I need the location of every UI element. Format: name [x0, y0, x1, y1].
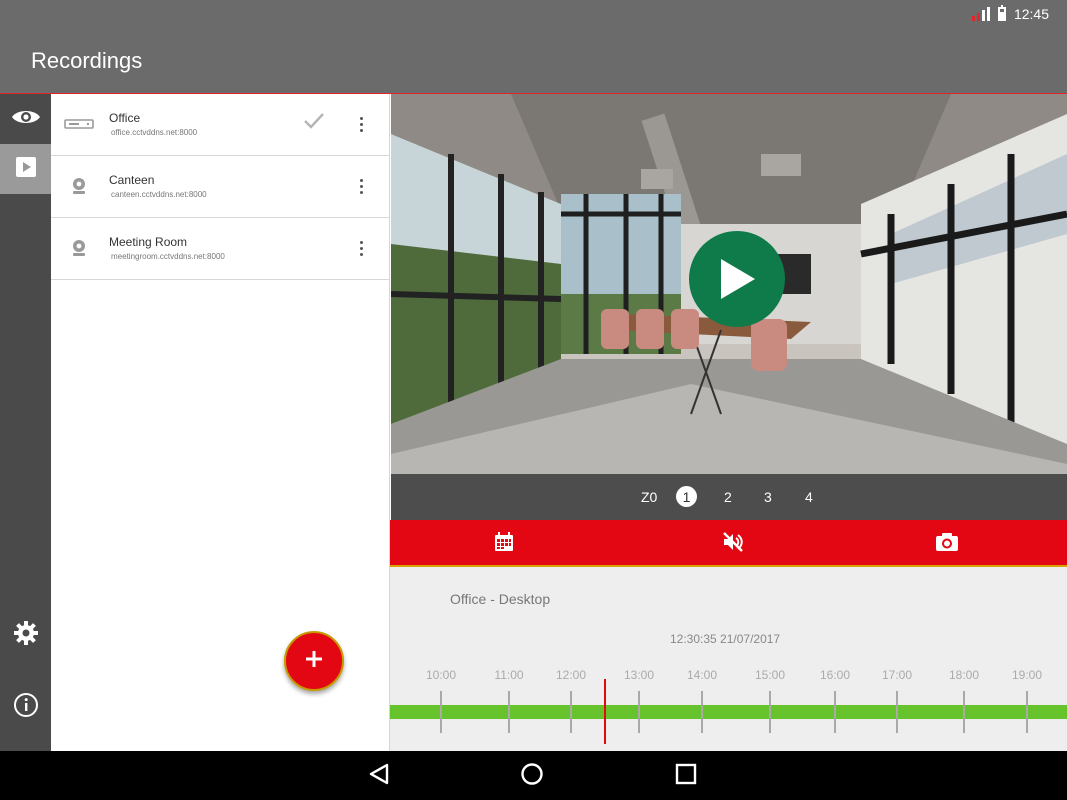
camera-icon [63, 236, 95, 260]
info-icon [13, 692, 39, 723]
hour-tick [570, 691, 572, 733]
gear-icon [13, 620, 39, 651]
video-player[interactable] [391, 94, 1067, 474]
check-icon [303, 112, 325, 135]
recents-button[interactable] [673, 763, 699, 789]
device-list: Office office.cctvddns.net:8000 Canteen … [51, 94, 390, 751]
hour-label: 16:00 [819, 668, 851, 682]
hour-label: 14:00 [686, 668, 718, 682]
more-options-icon[interactable] [349, 174, 373, 198]
recents-icon [674, 762, 698, 791]
camera-label: Office - Desktop [450, 591, 551, 607]
home-button[interactable] [519, 762, 545, 791]
hour-label: 12:00 [555, 668, 587, 682]
more-options-icon[interactable] [349, 112, 373, 136]
play-icon [717, 257, 757, 301]
recordings-button[interactable] [0, 144, 51, 194]
hour-tick [508, 691, 510, 733]
dvr-icon [63, 112, 95, 136]
recording-bar[interactable] [390, 705, 1067, 719]
app-header: 12:45 Recordings [0, 0, 1067, 94]
live-view-button[interactable] [0, 94, 51, 144]
channel-4[interactable]: 4 [805, 487, 813, 507]
device-name: Meeting Room [109, 235, 188, 249]
camera-snapshot-icon [935, 532, 959, 557]
channel-selector: Z0 1 2 3 4 [391, 474, 1067, 520]
hour-label: 13:00 [623, 668, 655, 682]
signal-icon [971, 7, 990, 21]
back-icon [367, 762, 391, 791]
device-name: Office [109, 111, 141, 125]
hour-label: 18:00 [948, 668, 980, 682]
channel-1[interactable]: 1 [676, 486, 697, 507]
hour-tick [896, 691, 898, 733]
add-device-button[interactable] [284, 631, 344, 691]
status-time: 12:45 [1013, 6, 1049, 22]
info-button[interactable] [0, 682, 51, 732]
device-item-canteen[interactable]: Canteen canteen.cctvddns.net:8000 [51, 156, 389, 218]
hour-tick [1026, 691, 1028, 733]
battery-icon [997, 5, 1006, 21]
play-button[interactable] [689, 231, 785, 327]
hour-label: 19:00 [1011, 668, 1043, 682]
hour-label: 15:00 [754, 668, 786, 682]
hour-tick [638, 691, 640, 733]
snapshot-button[interactable] [935, 532, 959, 556]
system-nav-bar [0, 751, 1067, 800]
status-bar: 12:45 [971, 5, 1049, 22]
page-title: Recordings [31, 48, 143, 73]
zone-label: Z0 [641, 489, 658, 505]
calendar-button[interactable] [492, 531, 516, 557]
device-name: Canteen [109, 173, 155, 187]
hour-label: 11:00 [494, 668, 524, 682]
device-address: meetingroom.cctvddns.net:8000 [111, 252, 225, 261]
hour-label: 10:00 [425, 668, 457, 682]
more-options-icon[interactable] [349, 236, 373, 260]
hour-tick [440, 691, 442, 733]
mute-icon [722, 531, 744, 558]
hour-tick [834, 691, 836, 733]
home-icon [520, 762, 544, 791]
settings-button[interactable] [0, 610, 51, 660]
timeline[interactable]: Office - Desktop 12:30:35 21/07/2017 10:… [390, 567, 1067, 751]
playback-toolbar [390, 520, 1067, 567]
hour-tick [963, 691, 965, 733]
device-address: office.cctvddns.net:8000 [111, 128, 198, 137]
app: 12:45 Recordings Office office.cctvddns.… [0, 0, 1067, 800]
calendar-icon [494, 531, 514, 557]
channel-3[interactable]: 3 [764, 487, 772, 507]
playhead-cursor[interactable] [604, 679, 606, 744]
eye-icon [11, 108, 41, 131]
camera-icon [63, 174, 95, 198]
device-address: canteen.cctvddns.net:8000 [111, 190, 207, 199]
hour-tick [769, 691, 771, 733]
device-item-meeting-room[interactable]: Meeting Room meetingroom.cctvddns.net:80… [51, 218, 389, 280]
channel-2[interactable]: 2 [724, 487, 732, 507]
timestamp: 12:30:35 21/07/2017 [670, 632, 781, 646]
mute-button[interactable] [721, 531, 745, 558]
plus-icon [305, 650, 323, 673]
play-icon [15, 156, 37, 183]
device-item-office[interactable]: Office office.cctvddns.net:8000 [51, 94, 389, 156]
nav-rail [0, 94, 51, 751]
hour-label: 17:00 [881, 668, 913, 682]
back-button[interactable] [366, 763, 392, 789]
hour-tick [701, 691, 703, 733]
